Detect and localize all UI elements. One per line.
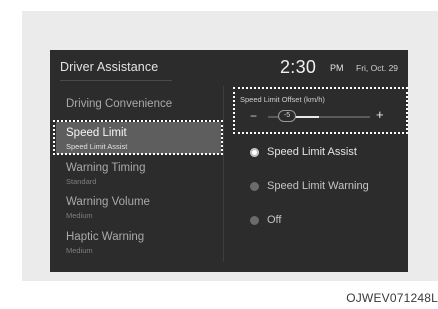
radio-unselected-icon bbox=[250, 182, 259, 191]
figure-code: OJWEV071248L bbox=[346, 291, 438, 305]
radio-selected-icon bbox=[250, 148, 259, 157]
clock-ampm: PM bbox=[330, 63, 344, 73]
clock-time: 2:30 bbox=[280, 57, 317, 77]
title-underline bbox=[60, 80, 172, 81]
option-label: Off bbox=[267, 214, 282, 226]
option-off[interactable]: Off bbox=[250, 214, 400, 228]
option-speed-limit-assist[interactable]: Speed Limit Assist bbox=[250, 146, 400, 160]
sidebar-divider bbox=[223, 86, 224, 262]
page-title: Driver Assistance bbox=[60, 60, 159, 74]
highlight-box-speed-limit bbox=[53, 120, 223, 155]
sidebar-item-warning-timing[interactable]: Warning Timing Standard bbox=[56, 162, 221, 190]
sidebar-item-warning-volume[interactable]: Warning Volume Medium bbox=[56, 196, 221, 224]
sidebar-item-sublabel: Standard bbox=[66, 177, 97, 186]
sidebar-item-label: Driving Convenience bbox=[66, 98, 173, 110]
sidebar-item-driving-convenience[interactable]: Driving Convenience bbox=[56, 98, 221, 118]
sidebar-item-label: Haptic Warning bbox=[66, 231, 145, 243]
highlight-box-offset bbox=[233, 87, 408, 134]
option-label: Speed Limit Assist bbox=[267, 146, 357, 158]
header-bar: Driver Assistance 2:30 PM Fri, Oct. 29 bbox=[50, 50, 408, 81]
sidebar-item-label: Warning Timing bbox=[66, 162, 146, 174]
sidebar-item-haptic-warning[interactable]: Haptic Warning Medium bbox=[56, 231, 221, 259]
sidebar-item-sublabel: Medium bbox=[66, 246, 93, 255]
option-speed-limit-warning[interactable]: Speed Limit Warning bbox=[250, 180, 400, 194]
radio-unselected-icon bbox=[250, 216, 259, 225]
option-label: Speed Limit Warning bbox=[267, 180, 369, 192]
sidebar-item-label: Warning Volume bbox=[66, 196, 150, 208]
sidebar-item-sublabel: Medium bbox=[66, 211, 93, 220]
clock-date: Fri, Oct. 29 bbox=[356, 63, 399, 73]
infotainment-screen: Driver Assistance 2:30 PM Fri, Oct. 29 D… bbox=[50, 50, 408, 272]
